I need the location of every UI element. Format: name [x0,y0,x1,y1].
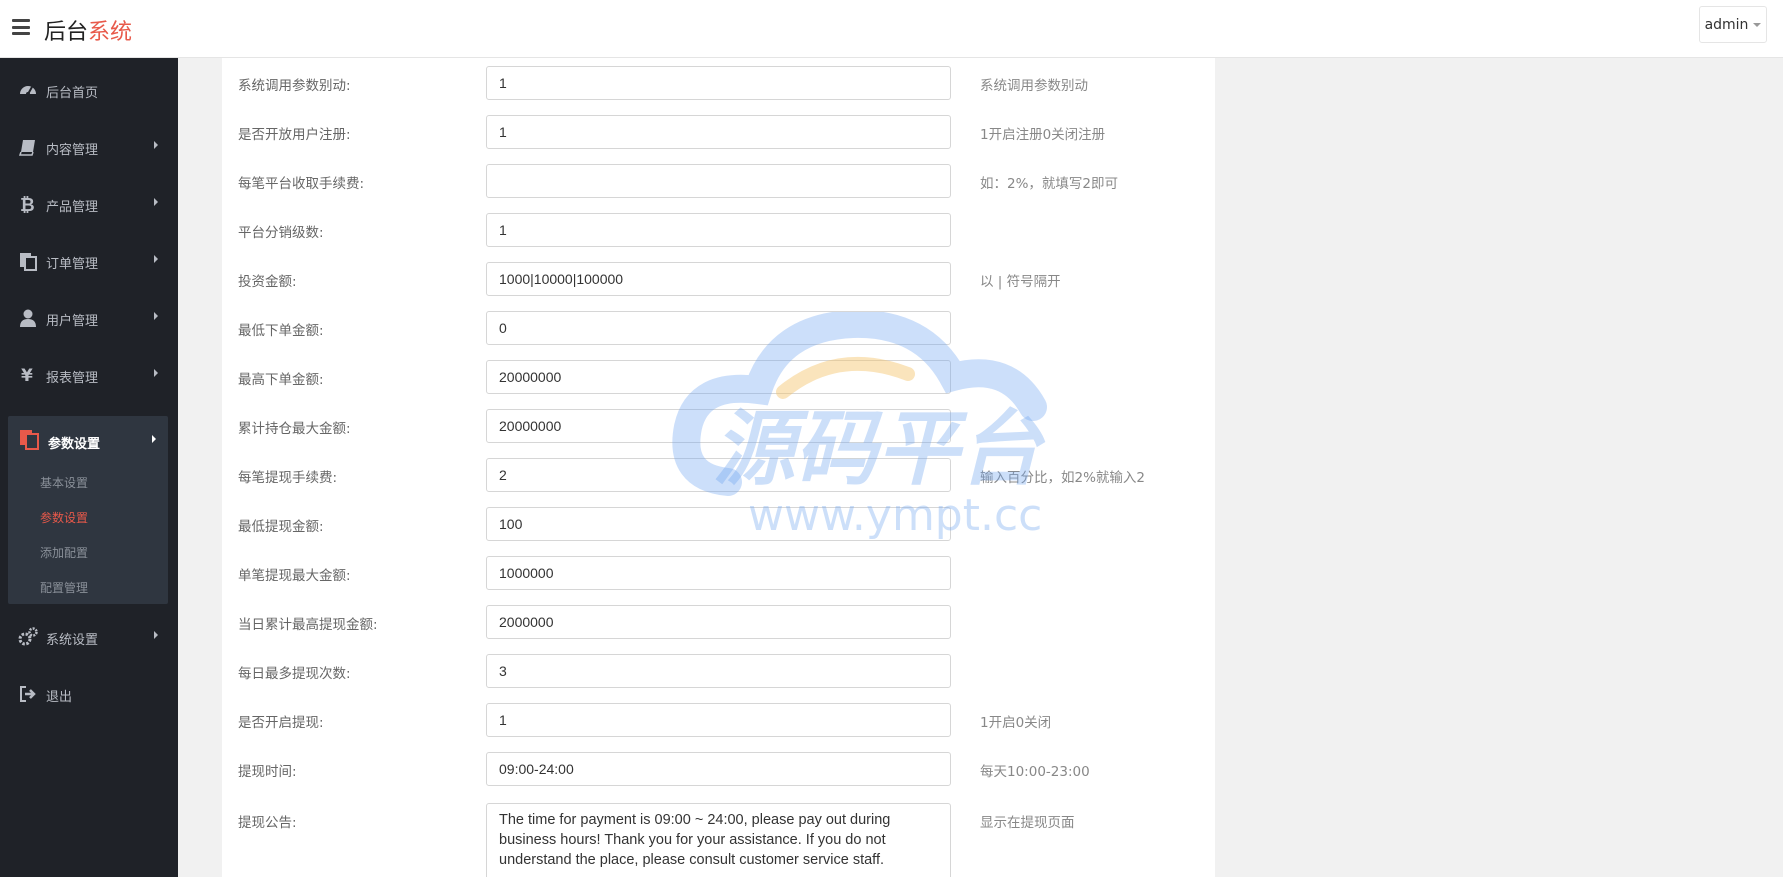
field-label: 当日累计最高提现金额: [238,617,378,633]
bitcoin-icon: ₿ [20,195,35,214]
field-input[interactable] [486,66,951,100]
sidebar-item-reports[interactable]: ¥ 报表管理 [0,355,178,395]
svg-text:¥: ¥ [21,366,33,385]
withdraw-notice-textarea[interactable]: The time for payment is 09:00 ~ 24:00, p… [486,803,951,877]
field-input[interactable] [486,654,951,688]
field-input[interactable] [486,262,951,296]
admin-label: admin [1704,16,1749,33]
field-label: 提现公告: [238,815,297,831]
field-label: 最低提现金额: [238,519,324,535]
field-input[interactable] [486,213,951,247]
field-input[interactable] [486,605,951,639]
sidebar-item-label: 产品管理 [46,200,99,215]
field-label: 投资金额: [238,274,297,290]
app-title: 后台系统 [44,14,132,46]
field-input[interactable] [486,409,951,443]
gears-icon [18,627,38,646]
svg-text:₿: ₿ [20,195,35,214]
submenu-param-settings[interactable]: 参数设置 [40,509,88,526]
sidebar-group-params: 参数设置 基本设置 参数设置 添加配置 配置管理 [8,416,168,604]
field-input[interactable] [486,311,951,345]
field-label: 平台分销级数: [238,225,324,241]
sidebar-item-label: 参数设置 [48,437,101,452]
caret-right-icon [154,369,158,377]
sidebar-item-system[interactable]: 系统设置 [0,617,178,657]
field-input[interactable] [486,164,951,198]
field-hint: 输入百分比，如2%就输入2 [980,470,1146,486]
sidebar-item-label: 用户管理 [46,314,99,329]
sidebar-item-logout[interactable]: 退出 [0,674,178,714]
field-hint: 系统调用参数别动 [980,78,1088,94]
caret-down-icon [1753,22,1762,27]
menu-toggle-icon[interactable] [12,19,30,35]
sidebar-item-users[interactable]: 用户管理 [0,298,178,338]
settings-form-panel: 系统调用参数别动: 系统调用参数别动是否开放用户注册: 1开启注册0关闭注册每笔平台… [222,58,1215,877]
sidebar-item-label: 订单管理 [46,257,99,272]
sidebar-item-params[interactable]: 参数设置 [8,416,168,462]
copy-icon [20,253,37,271]
field-hint: 以 | 符号隔开 [980,274,1061,290]
field-input[interactable] [486,703,951,737]
caret-right-icon [154,141,158,149]
sidebar-item-label: 报表管理 [46,371,99,386]
brand-text: 后台 [44,20,89,45]
field-label: 是否开启提现: [238,715,324,731]
top-bar: 后台系统 admin [0,0,1783,58]
field-label: 系统调用参数别动: [238,78,351,94]
field-label: 提现时间: [238,764,297,780]
field-label: 每笔平台收取手续费: [238,176,365,192]
sidebar-item-content[interactable]: 内容管理 [0,127,178,167]
field-hint: 1开启0关闭 [980,715,1052,731]
field-input[interactable] [486,360,951,394]
field-hint: 如：2%，就填写2即可 [980,176,1119,192]
submenu-basic-settings[interactable]: 基本设置 [40,474,88,491]
field-input[interactable] [486,458,951,492]
book-icon [18,140,35,156]
brand-text-accent: 系统 [88,20,133,45]
field-hint: 1开启注册0关闭注册 [980,127,1106,143]
field-label: 最低下单金额: [238,323,324,339]
caret-right-icon [154,631,158,639]
field-input[interactable] [486,507,951,541]
sidebar-item-label: 系统设置 [46,633,99,648]
caret-right-icon [154,198,158,206]
sidebar-item-dashboard[interactable]: 后台首页 [0,70,178,110]
files-icon [20,430,39,450]
field-input[interactable] [486,115,951,149]
field-label: 每日最多提现次数: [238,666,351,682]
user-icon [20,309,36,327]
sidebar-item-label: 内容管理 [46,143,99,158]
admin-dropdown[interactable]: admin [1699,6,1767,43]
yen-icon: ¥ [21,366,33,385]
field-input[interactable] [486,752,951,786]
sidebar-item-products[interactable]: ₿ 产品管理 [0,184,178,224]
submenu-config-manage[interactable]: 配置管理 [40,579,88,596]
sidebar: 后台首页 内容管理 ₿ 产品管理 订单管理 用户管理 ¥ 报表管理 参数设置 基… [0,58,178,877]
field-input[interactable] [486,556,951,590]
submenu-add-config[interactable]: 添加配置 [40,544,88,561]
sidebar-item-label: 后台首页 [46,86,99,101]
sidebar-item-orders[interactable]: 订单管理 [0,241,178,281]
field-label: 单笔提现最大金额: [238,568,351,584]
dashboard-icon [20,86,36,96]
field-hint: 显示在提现页面 [980,815,1075,831]
field-hint: 每天10:00-23:00 [980,764,1090,780]
field-label: 是否开放用户注册: [238,127,351,143]
caret-right-icon [154,255,158,263]
caret-right-icon [152,435,156,443]
field-label: 累计持仓最大金额: [238,421,351,437]
sidebar-item-label: 退出 [46,690,73,705]
field-label: 最高下单金额: [238,372,324,388]
caret-right-icon [154,312,158,320]
sign-out-icon [20,686,36,702]
field-label: 每笔提现手续费: [238,470,338,486]
